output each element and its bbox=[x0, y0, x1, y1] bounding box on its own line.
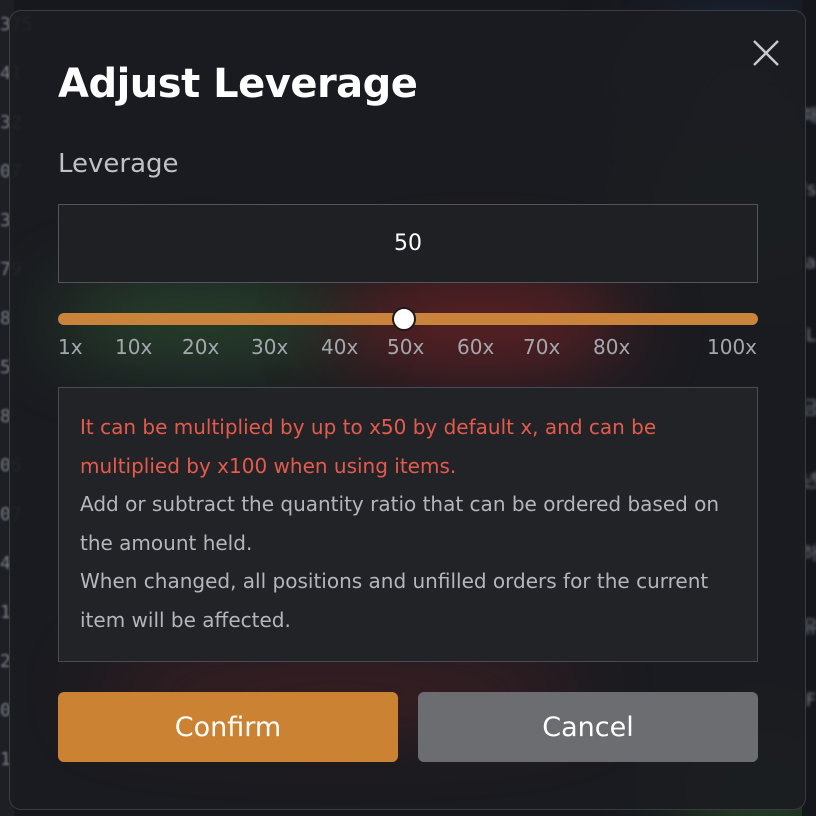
slider-tick-labels: 1x 10x 20x 30x 40x 50x 60x 70x 80x 100x bbox=[10, 335, 805, 365]
slider-tick-label[interactable]: 70x bbox=[523, 335, 560, 359]
slider-thumb[interactable] bbox=[392, 307, 417, 331]
slider-tick-label[interactable]: 30x bbox=[251, 335, 288, 359]
slider-tick-label[interactable]: 20x bbox=[182, 335, 219, 359]
warning-text-line: It can be multiplied by up to x50 by def… bbox=[80, 415, 657, 439]
cancel-button[interactable]: Cancel bbox=[418, 692, 758, 762]
leverage-input[interactable] bbox=[59, 231, 757, 256]
leverage-label: Leverage bbox=[58, 149, 179, 179]
close-button[interactable] bbox=[751, 38, 781, 68]
slider-tick-label[interactable]: 10x bbox=[115, 335, 152, 359]
adjust-leverage-dialog: Adjust Leverage Leverage 1x 10x 20x 30x 40x 5… bbox=[9, 10, 806, 810]
info-text-line: When changed, all positions and unfilled… bbox=[80, 569, 709, 594]
confirm-button[interactable]: Confirm bbox=[58, 692, 398, 762]
info-text-line: item will be affected. bbox=[80, 607, 291, 632]
leverage-slider[interactable] bbox=[58, 305, 758, 333]
slider-tick-label[interactable]: 40x bbox=[321, 335, 358, 359]
slider-tick-label[interactable]: 1x bbox=[58, 335, 83, 359]
close-icon bbox=[753, 40, 779, 66]
warning-text-line: multiplied by x100 when using items. bbox=[80, 453, 457, 478]
leverage-input-box bbox=[58, 204, 758, 283]
info-text-line: the amount held. bbox=[80, 530, 253, 555]
slider-tick-label[interactable]: 100x bbox=[707, 335, 757, 359]
slider-tick-label[interactable]: 60x bbox=[457, 335, 494, 359]
slider-tick-label[interactable]: 50x bbox=[387, 335, 424, 359]
dialog-title: Adjust Leverage bbox=[58, 61, 418, 107]
info-text-line: Add or subtract the quantity ratio that … bbox=[80, 492, 720, 517]
leverage-info-box: It can be multiplied by up to x50 by def… bbox=[58, 387, 758, 662]
slider-tick-label[interactable]: 80x bbox=[593, 335, 630, 359]
